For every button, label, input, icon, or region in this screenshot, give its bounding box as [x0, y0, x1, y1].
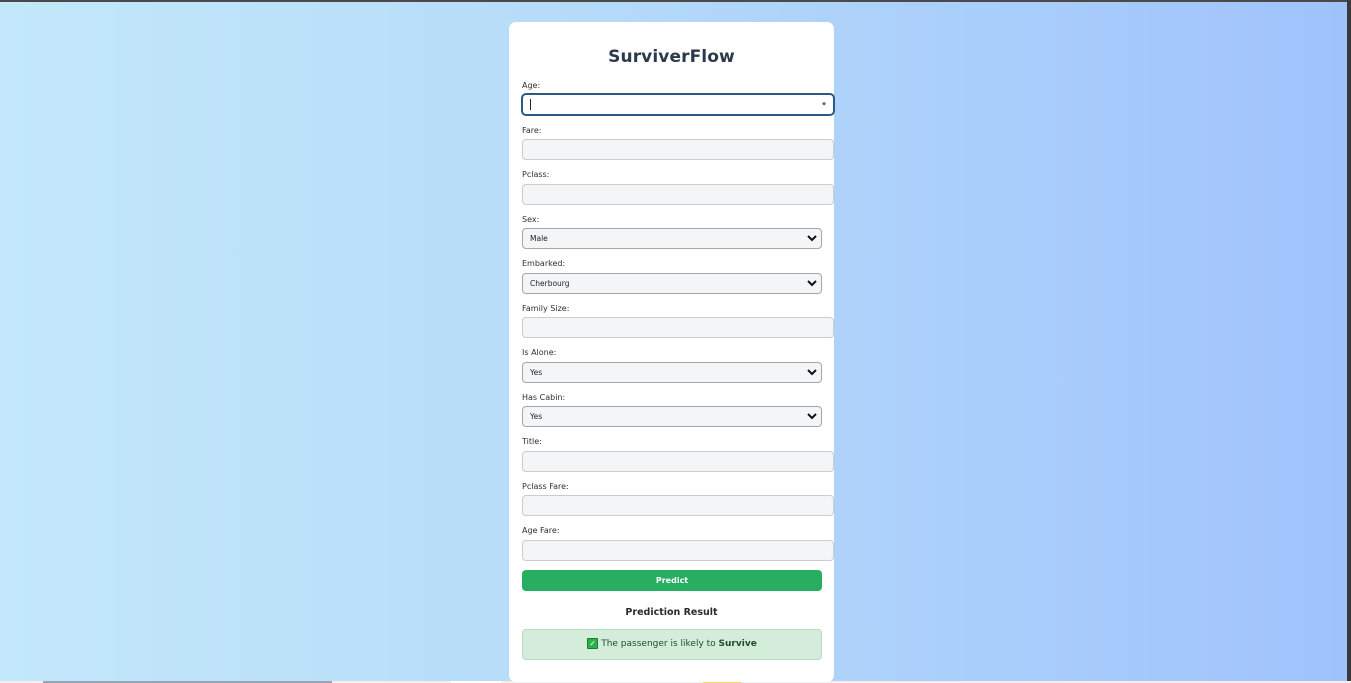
pclass-label: Pclass:	[522, 170, 550, 179]
predict-button[interactable]: Predict	[522, 570, 822, 591]
scrollbar-track[interactable]	[1347, 0, 1351, 683]
embarked-select[interactable]: Cherbourg	[522, 273, 822, 294]
age-input[interactable]: ◆	[522, 94, 834, 115]
text-caret	[530, 99, 531, 110]
number-spinner-icon[interactable]: ◆	[822, 102, 826, 107]
fare-label: Fare:	[522, 126, 542, 135]
sex-label: Sex:	[522, 215, 540, 224]
is-alone-select[interactable]: Yes	[522, 362, 822, 383]
result-message-text: The passenger is likely to	[601, 639, 716, 649]
has-cabin-select-value: Yes	[530, 412, 543, 421]
title-label: Title:	[522, 437, 542, 446]
app-title: SurviverFlow	[608, 47, 735, 67]
is-alone-select-value: Yes	[530, 368, 543, 377]
chevron-down-icon	[807, 280, 817, 287]
family-size-label: Family Size:	[522, 304, 570, 313]
embarked-select-value: Cherbourg	[530, 279, 570, 288]
result-message-box: ✓ The passenger is likely to Survive	[522, 629, 822, 660]
prediction-form-card: SurviverFlow Age: ◆ Fare: Pclass: Sex: M…	[509, 22, 834, 682]
window-top-border	[0, 0, 1351, 2]
has-cabin-label: Has Cabin:	[522, 393, 566, 402]
age-label: Age:	[522, 81, 541, 90]
has-cabin-select[interactable]: Yes	[522, 406, 822, 427]
embarked-label: Embarked:	[522, 259, 566, 268]
pclass-input[interactable]	[522, 184, 834, 205]
title-input[interactable]	[522, 451, 834, 472]
pclass-fare-label: Pclass Fare:	[522, 482, 569, 491]
family-size-input[interactable]	[522, 317, 834, 338]
fare-input[interactable]	[522, 139, 834, 160]
check-mark-icon: ✓	[587, 638, 599, 649]
chevron-down-icon	[807, 413, 817, 420]
chevron-down-icon	[807, 369, 817, 376]
pclass-fare-input[interactable]	[522, 495, 834, 516]
sex-select[interactable]: Male	[522, 228, 822, 249]
result-outcome: Survive	[718, 639, 757, 649]
is-alone-label: Is Alone:	[522, 348, 557, 357]
sex-select-value: Male	[530, 234, 548, 243]
chevron-down-icon	[807, 235, 817, 242]
result-heading: Prediction Result	[625, 607, 718, 618]
age-fare-input[interactable]	[522, 540, 834, 561]
age-fare-label: Age Fare:	[522, 526, 560, 535]
